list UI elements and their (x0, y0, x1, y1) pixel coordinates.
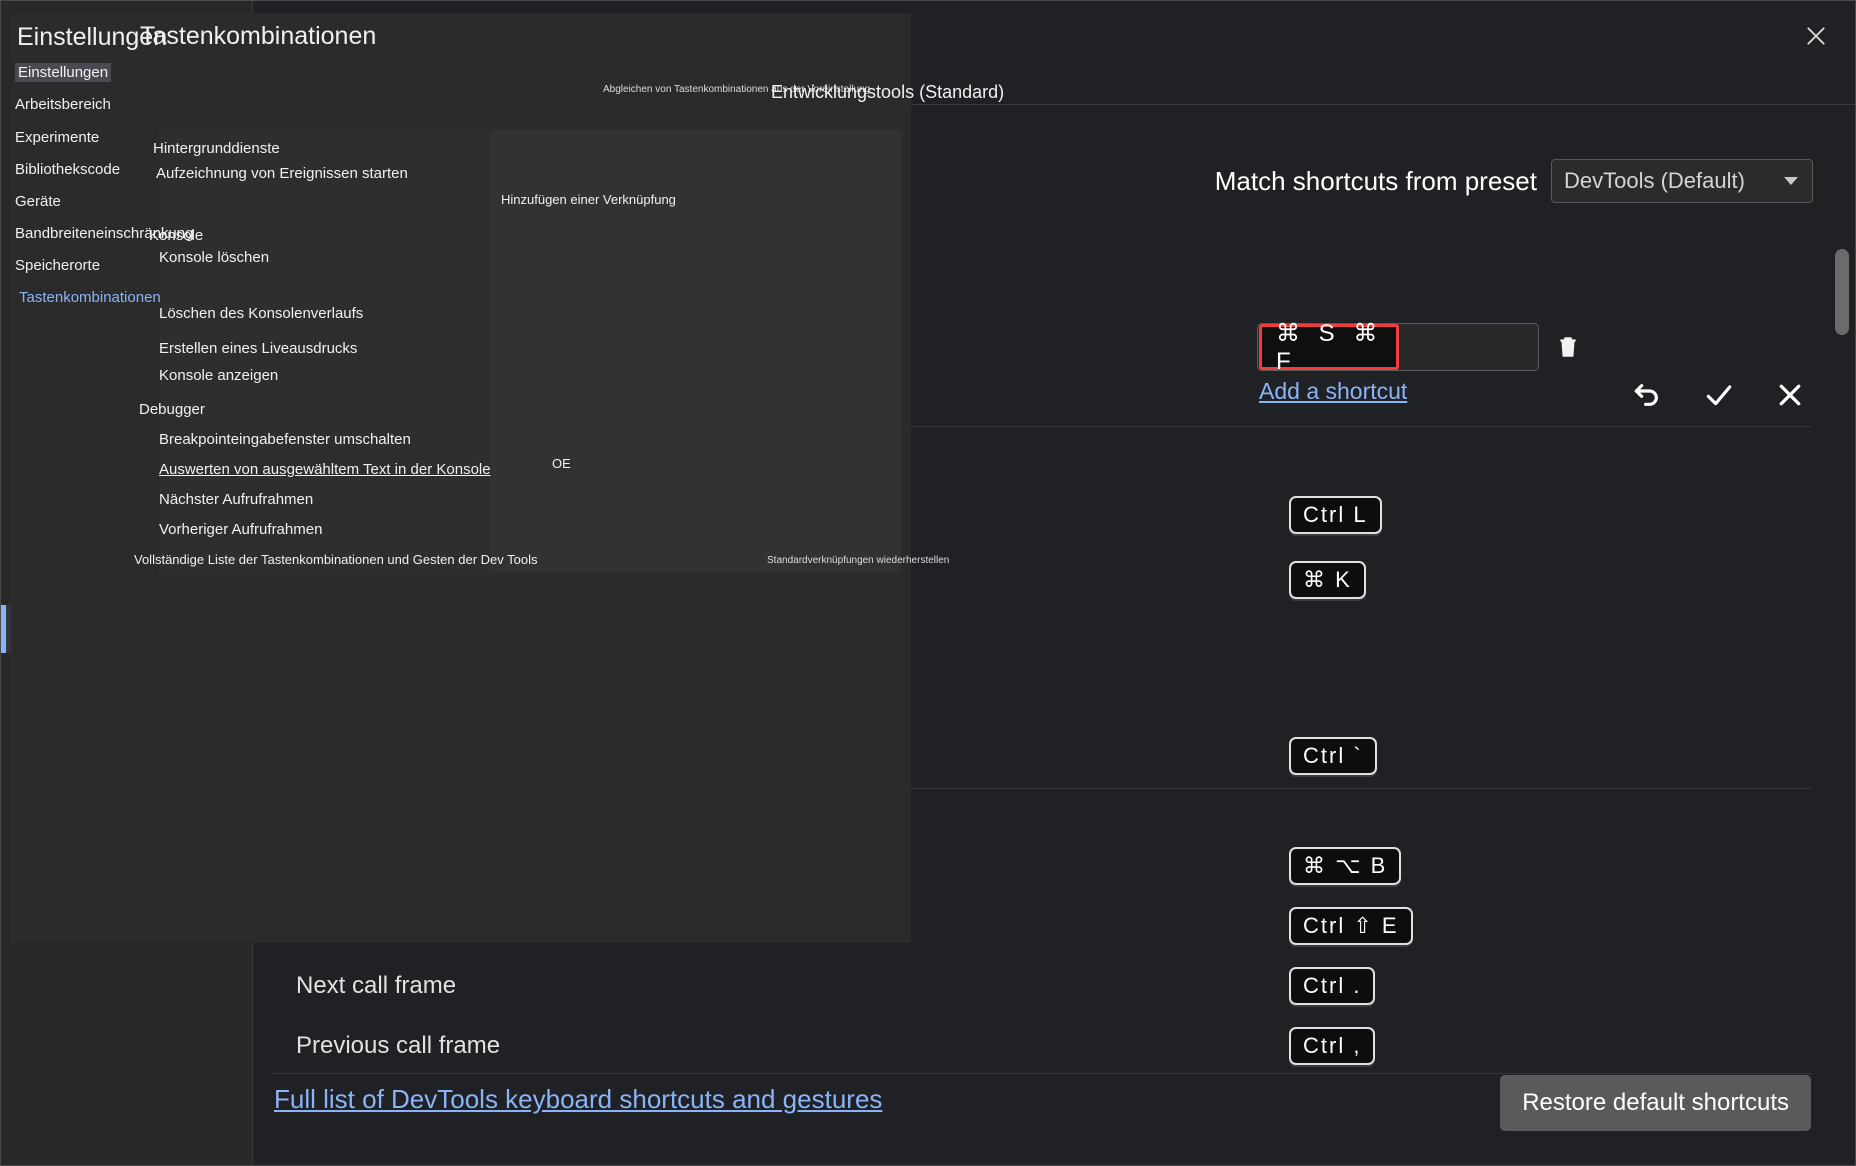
sidebar-item-label: Library code (31, 357, 182, 388)
shortcut-editor-value: ⌘ S ⌘ F (1276, 319, 1384, 375)
trash-icon[interactable] (1555, 331, 1581, 363)
shortcut-row-show-console: Show Console Ctrl ` (254, 726, 1814, 786)
shortcut-row-toggle-breakpoint: Toggle breakpoint input window ⌘ ⌥ B (254, 836, 1814, 896)
preset-label: Match shortcuts from preset (1214, 165, 1537, 196)
shortcut-row-label: Show Console (296, 742, 451, 769)
key-chip[interactable]: Ctrl , (1289, 1027, 1376, 1065)
shortcut-row-label: Toggle breakpoint input window (296, 852, 631, 879)
settings-sidebar: Preferences Workspace Experiments Librar… (1, 1, 253, 1165)
row-divider (272, 426, 1812, 427)
sidebar-item-label: Experiments (31, 294, 184, 325)
sidebar-item-throttling[interactable]: Throttling (1, 477, 253, 525)
section-heading-background-services: Background Services (276, 273, 532, 301)
sidebar-item-label: Shortcuts (31, 613, 147, 644)
shortcut-row-clear-console: Clear console Ctrl L ⌘ K (254, 486, 1814, 599)
sidebar-item-label: Locations (31, 549, 149, 580)
sidebar-item-devices[interactable]: Devices (1, 413, 253, 461)
scrollbar-thumb[interactable] (1835, 249, 1849, 335)
chevron-down-icon (1784, 177, 1798, 185)
add-shortcut-link[interactable]: Add a shortcut (1259, 378, 1407, 405)
restore-default-shortcuts-button[interactable]: Restore default shortcuts (1500, 1075, 1811, 1131)
title-divider (254, 104, 1855, 105)
shortcut-row-evaluate-selected-text: Evaluate selected text in console Ctrl ⇧… (254, 896, 1814, 956)
key-chip[interactable]: ⌘ ⌥ B (1289, 847, 1402, 885)
shortcut-editor-actions (1631, 379, 1805, 411)
shortcut-row-label: Create live expression (296, 682, 534, 709)
scrollbar-track[interactable] (1835, 249, 1849, 1159)
page-title: Shortcuts (276, 33, 431, 74)
section-heading-debugger: Debugger (276, 804, 393, 832)
settings-ghost-title: Settings (31, 45, 170, 88)
sidebar-item-library-code[interactable]: Library code (1, 349, 253, 397)
shortcuts-panel: Shortcuts Match shortcuts from preset De… (254, 1, 1855, 1165)
devtools-settings-window: Preferences Workspace Experiments Librar… (0, 0, 1856, 1166)
sidebar-item-shortcuts[interactable]: Shortcuts (1, 605, 253, 653)
shortcut-editor-chip[interactable]: ⌘ S ⌘ F (1259, 320, 1399, 375)
key-chip[interactable]: Ctrl L (1289, 496, 1382, 534)
key-chip[interactable]: Ctrl ` (1289, 737, 1377, 775)
preset-row: Match shortcuts from preset DevTools (De… (1215, 159, 1813, 203)
sidebar-item-locations[interactable]: Locations (1, 541, 253, 589)
shortcut-row-label: Clear console history (296, 622, 521, 649)
undo-icon[interactable] (1631, 379, 1663, 411)
shortcut-row-previous-call-frame: Previous call frame Ctrl , (254, 1016, 1814, 1076)
full-shortcuts-list-link[interactable]: Full list of DevTools keyboard shortcuts… (274, 1084, 882, 1115)
preset-selected-value: DevTools (Default) (1564, 168, 1745, 193)
key-chip[interactable]: Ctrl ⇧ E (1289, 907, 1413, 945)
shortcut-row-clear-console-history: Clear console history (254, 606, 1814, 666)
shortcut-row-label: Next call frame (296, 972, 457, 999)
preset-select[interactable]: DevTools (Default) (1551, 159, 1813, 203)
key-chip[interactable]: ⌘ K (1289, 561, 1366, 599)
close-icon[interactable] (1799, 19, 1833, 53)
sidebar-item-label: Throttling (31, 485, 146, 516)
close-icon[interactable] (1775, 380, 1805, 410)
shortcut-row-create-live-expression: Create live expression (254, 666, 1814, 726)
row-divider (272, 1073, 1812, 1074)
checkmark-icon[interactable] (1703, 379, 1735, 411)
sidebar-item-label: Workspace (31, 201, 168, 232)
sidebar-item-experiments[interactable]: Experiments (1, 286, 253, 334)
shortcut-row-next-call-frame: Next call frame Ctrl . (254, 956, 1814, 1016)
sidebar-item-preferences[interactable]: Preferences (1, 119, 253, 167)
key-chip[interactable]: Ctrl . (1289, 967, 1376, 1005)
shortcut-row-label: Evaluate selected text in console (296, 912, 646, 939)
sidebar-item-label: Devices (31, 421, 129, 452)
sidebar-item-label: Preferences (31, 127, 179, 158)
shortcut-row-label: Previous call frame (296, 1032, 501, 1059)
row-divider (272, 788, 1812, 789)
shortcut-row-label: Clear console (296, 502, 443, 529)
shortcut-row-label: Start recording events (296, 327, 531, 354)
sidebar-item-workspace[interactable]: Workspace (1, 193, 253, 241)
